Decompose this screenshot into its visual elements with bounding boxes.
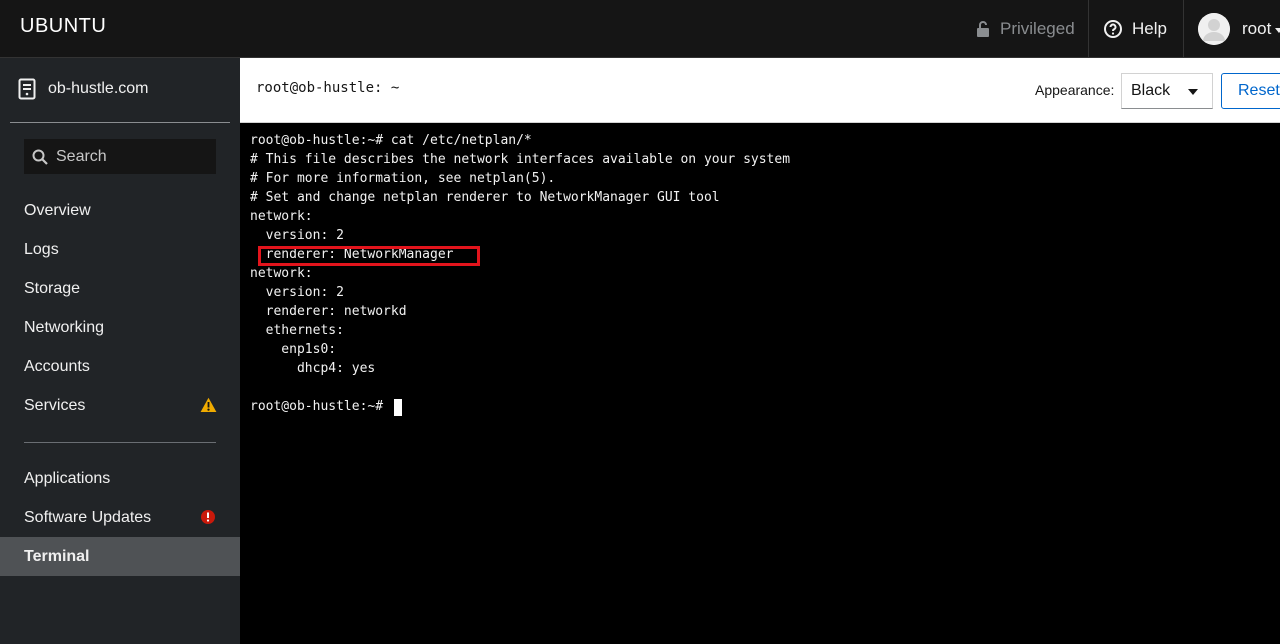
sidebar-item-services[interactable]: Services: [0, 386, 240, 425]
terminal-line: ethernets:: [250, 323, 344, 338]
terminal-line: network:: [250, 266, 313, 281]
appearance-select[interactable]: Black: [1121, 73, 1213, 109]
chevron-down-icon: [1188, 89, 1198, 95]
privileged-label: Privileged: [1000, 19, 1075, 38]
highlight-annotation-box: [258, 246, 480, 266]
sidebar-item-label: Overview: [24, 201, 91, 219]
terminal-line: root@ob-hustle:~# cat /etc/netplan/*: [250, 133, 532, 148]
unlock-icon: [977, 21, 989, 37]
search-input[interactable]: Search: [24, 139, 216, 174]
reset-label: Reset: [1238, 82, 1280, 99]
topbar-divider: [1088, 0, 1089, 58]
chevron-down-icon: [1275, 27, 1280, 33]
avatar: [1198, 13, 1230, 45]
host-name: ob-hustle.com: [48, 80, 149, 97]
terminal-line: # This file describes the network interf…: [250, 152, 791, 167]
appearance-value: Black: [1131, 82, 1171, 99]
sidebar-item-label: Accounts: [24, 357, 90, 375]
sidebar-item-overview[interactable]: Overview: [0, 191, 240, 230]
search-icon: [32, 149, 48, 165]
search-placeholder: Search: [56, 147, 107, 165]
sidebar-item-storage[interactable]: Storage: [0, 269, 240, 308]
page-title: root@ob-hustle: ~: [256, 80, 400, 96]
sidebar-item-label: Services: [24, 396, 86, 414]
topbar-divider: [1183, 0, 1184, 58]
sidebar-item-label: Storage: [24, 279, 81, 297]
sidebar-item-label: Networking: [24, 318, 105, 336]
terminal-line: renderer: networkd: [250, 304, 407, 319]
sidebar-item-label: Applications: [24, 469, 111, 487]
terminal-line: network:: [250, 209, 313, 224]
terminal-line: dhcp4: yes: [250, 361, 376, 376]
sidebar-item-label: Software Updates: [24, 508, 152, 526]
terminal-line: version: 2: [250, 228, 344, 243]
reset-button[interactable]: Reset: [1221, 73, 1280, 109]
sidebar-divider: [24, 442, 216, 443]
sidebar-item-software-updates[interactable]: Software Updates: [0, 498, 240, 537]
terminal-cursor: [394, 399, 402, 416]
brand-title: UBUNTU: [20, 15, 107, 37]
terminal-line: # Set and change netplan renderer to Net…: [250, 190, 720, 205]
terminal-line: # For more information, see netplan(5).: [250, 171, 556, 186]
sidebar: ob-hustle.com Search Overview Logs Stora…: [0, 58, 240, 644]
warning-icon: [200, 397, 217, 412]
terminal-line: version: 2: [250, 285, 344, 300]
user-label: root: [1242, 19, 1272, 38]
terminal-header: root@ob-hustle: ~ Appearance: Black Rese…: [240, 58, 1280, 123]
sidebar-item-accounts[interactable]: Accounts: [0, 347, 240, 386]
privileged-button[interactable]: Privileged: [976, 0, 1075, 58]
help-icon: [1104, 20, 1122, 38]
terminal-line: enp1s0:: [250, 342, 337, 357]
sidebar-item-logs[interactable]: Logs: [0, 230, 240, 269]
sidebar-item-label: Terminal: [24, 547, 90, 565]
help-label: Help: [1132, 19, 1167, 38]
sidebar-item-terminal[interactable]: Terminal: [0, 537, 240, 576]
user-menu[interactable]: root: [1198, 0, 1280, 58]
sidebar-divider: [10, 122, 230, 123]
top-bar: UBUNTU Privileged Help root: [0, 0, 1280, 58]
terminal-line: root@ob-hustle:~#: [250, 399, 391, 414]
error-icon: [201, 510, 215, 524]
server-icon: [18, 78, 36, 100]
appearance-label: Appearance:: [1035, 82, 1115, 98]
host-switcher[interactable]: ob-hustle.com: [18, 78, 149, 100]
terminal-output[interactable]: root@ob-hustle:~# cat /etc/netplan/* # T…: [240, 123, 1280, 644]
help-button[interactable]: Help: [1104, 0, 1167, 58]
user-icon: [1198, 13, 1230, 45]
sidebar-item-label: Logs: [24, 240, 59, 258]
sidebar-item-applications[interactable]: Applications: [0, 459, 240, 498]
sidebar-item-networking[interactable]: Networking: [0, 308, 240, 347]
